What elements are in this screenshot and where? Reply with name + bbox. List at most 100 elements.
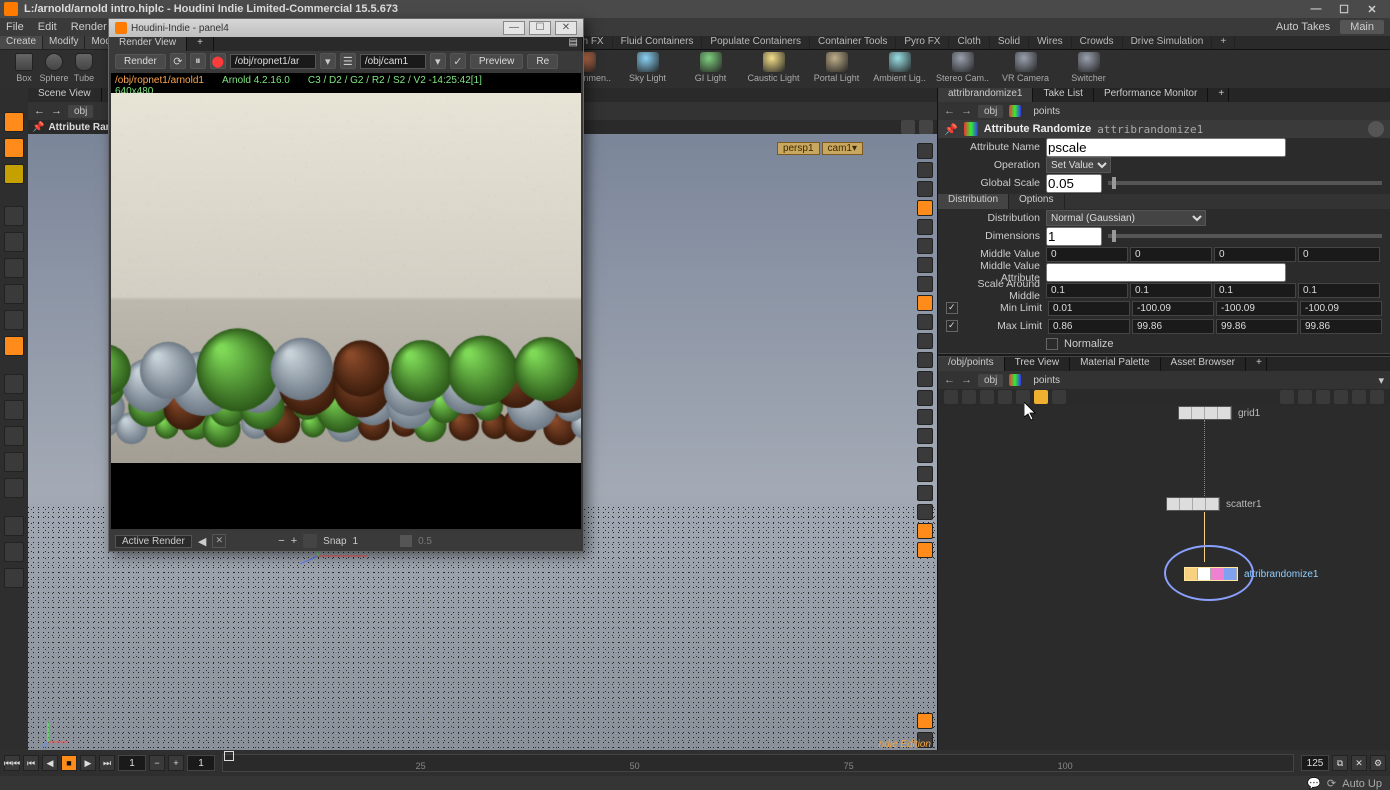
tl-opt-1[interactable]: ⧉ xyxy=(1332,755,1348,771)
mid-1[interactable] xyxy=(1130,247,1212,262)
gamma-icon[interactable] xyxy=(400,535,412,547)
rvt-22[interactable] xyxy=(917,542,933,558)
min-2[interactable] xyxy=(1216,301,1298,316)
tool-9[interactable] xyxy=(4,336,24,356)
nv-tab-tree[interactable]: Tree View xyxy=(1005,357,1070,371)
shelf-tab[interactable]: Pyro FX xyxy=(896,36,949,49)
mid-attr-field[interactable] xyxy=(1046,263,1286,282)
render-panel[interactable]: Houdini-Indie - panel4 —☐✕ Render View+ … xyxy=(108,18,584,552)
nv-t-13[interactable] xyxy=(1370,390,1384,404)
mid-0[interactable] xyxy=(1046,247,1128,262)
attr-name-field[interactable] xyxy=(1046,138,1286,157)
gear-icon[interactable] xyxy=(1368,121,1384,137)
rvt-17[interactable] xyxy=(917,447,933,463)
rvt-15[interactable] xyxy=(917,409,933,425)
maximize-button[interactable]: ☐ xyxy=(1330,3,1358,16)
auto-takes-toggle[interactable]: Auto Takes xyxy=(1276,21,1330,33)
start-frame[interactable] xyxy=(118,755,146,771)
param-fwd[interactable]: → xyxy=(961,105,972,117)
max-3[interactable] xyxy=(1300,319,1382,334)
render-viewer[interactable]: /obj/ropnet1/arnold1 Arnold 4.2.16.0 C3 … xyxy=(111,73,581,529)
max-0[interactable] xyxy=(1048,319,1130,334)
rp-max[interactable]: ☐ xyxy=(529,21,551,35)
del-snap[interactable]: ✕ xyxy=(212,534,226,548)
menu-render[interactable]: Render xyxy=(71,21,107,33)
tool-7[interactable] xyxy=(4,284,24,304)
nv-t-6[interactable] xyxy=(1034,390,1048,404)
render-button[interactable]: Render xyxy=(115,54,166,69)
tool-11[interactable] xyxy=(4,400,24,420)
shelf-tab[interactable]: Solid xyxy=(990,36,1029,49)
shelf-tool[interactable]: Ambient Lig.. xyxy=(872,52,927,86)
record-icon[interactable]: ⬤ xyxy=(210,53,226,69)
nv-t-2[interactable] xyxy=(962,390,976,404)
rvt-12[interactable] xyxy=(917,352,933,368)
shelf-tab[interactable]: Fluid Containers xyxy=(613,36,703,49)
nv-t-1[interactable] xyxy=(944,390,958,404)
active-render-label[interactable]: Active Render xyxy=(115,535,192,548)
tool-8[interactable] xyxy=(4,310,24,330)
render-panel-title[interactable]: Houdini-Indie - panel4 —☐✕ xyxy=(109,19,583,37)
last-frame[interactable]: ⏭ xyxy=(99,755,115,771)
param-tab-add[interactable]: + xyxy=(1208,88,1229,102)
shelf-tab[interactable]: Populate Containers xyxy=(702,36,810,49)
shelf-tab-create[interactable]: Create xyxy=(0,36,43,49)
network-view[interactable]: grid1 scatter1 attribrandomize1 xyxy=(938,405,1390,756)
shelf-tab-add[interactable]: + xyxy=(1212,36,1235,49)
shelf-tab[interactable]: Wires xyxy=(1029,36,1072,49)
view-persp[interactable]: persp1 xyxy=(777,142,820,155)
normalize-check[interactable] xyxy=(1046,338,1058,350)
tool-handle[interactable] xyxy=(4,138,24,158)
shelf-tab[interactable]: Cloth xyxy=(949,36,989,49)
nv-t-11[interactable] xyxy=(1334,390,1348,404)
min-0[interactable] xyxy=(1048,301,1130,316)
play-back[interactable]: ◀ xyxy=(42,755,58,771)
re-button[interactable]: Re xyxy=(527,54,558,69)
tl-opt-3[interactable]: ⚙ xyxy=(1370,755,1386,771)
mid-2[interactable] xyxy=(1214,247,1296,262)
zoom-out[interactable]: − xyxy=(278,535,284,547)
play-fwd[interactable]: ▶ xyxy=(80,755,96,771)
nv-dropdown[interactable]: ▾ xyxy=(1378,374,1384,387)
scale-1[interactable] xyxy=(1130,283,1212,298)
end-frame[interactable] xyxy=(1301,755,1329,771)
tool-10[interactable] xyxy=(4,374,24,394)
rvt-1[interactable] xyxy=(917,143,933,159)
global-scale-slider[interactable] xyxy=(1108,181,1382,185)
rvb-1[interactable] xyxy=(917,713,933,729)
shelf-tool[interactable]: Stereo Cam.. xyxy=(935,52,990,86)
pin-icon[interactable]: 📌 xyxy=(32,122,44,133)
rvt-10[interactable] xyxy=(917,314,933,330)
inc-frame[interactable]: + xyxy=(168,755,184,771)
tool-select[interactable] xyxy=(4,112,24,132)
render-view-tab[interactable]: Render View xyxy=(109,37,187,51)
rvt-20[interactable] xyxy=(917,504,933,520)
param-tab-perf[interactable]: Performance Monitor xyxy=(1094,88,1208,102)
vp-opt-1[interactable] xyxy=(901,120,915,134)
nv-fwd[interactable]: → xyxy=(961,374,972,386)
zoom-in[interactable]: + xyxy=(291,535,297,547)
back-button[interactable]: ← xyxy=(34,105,45,117)
shelf-tab[interactable]: Drive Simulation xyxy=(1123,36,1213,49)
max-2[interactable] xyxy=(1216,319,1298,334)
checkmark-icon[interactable]: ✓ xyxy=(450,53,466,69)
prev-snap[interactable]: ◀ xyxy=(198,535,206,548)
shelf-tool[interactable]: VR Camera xyxy=(998,52,1053,86)
scale-0[interactable] xyxy=(1046,283,1128,298)
fwd-button[interactable]: → xyxy=(51,105,62,117)
path-obj[interactable]: obj xyxy=(68,105,93,118)
rvt-19[interactable] xyxy=(917,485,933,501)
shelf-tab-modify[interactable]: Modify xyxy=(43,36,85,49)
nv-crumb-obj[interactable]: obj xyxy=(978,374,1003,387)
rvt-21[interactable] xyxy=(917,523,933,539)
shelf-tool[interactable]: Caustic Light xyxy=(746,52,801,86)
min-enable[interactable] xyxy=(946,302,958,314)
rvt-9[interactable] xyxy=(917,295,933,311)
nv-t-8[interactable] xyxy=(1280,390,1294,404)
scale-3[interactable] xyxy=(1298,283,1380,298)
tool-tube[interactable]: Tube xyxy=(71,53,97,85)
stop[interactable]: ■ xyxy=(61,755,77,771)
distribution-select[interactable]: Normal (Gaussian) xyxy=(1046,210,1206,226)
nv-tab-material[interactable]: Material Palette xyxy=(1070,357,1160,371)
param-crumb-obj[interactable]: obj xyxy=(978,105,1003,118)
